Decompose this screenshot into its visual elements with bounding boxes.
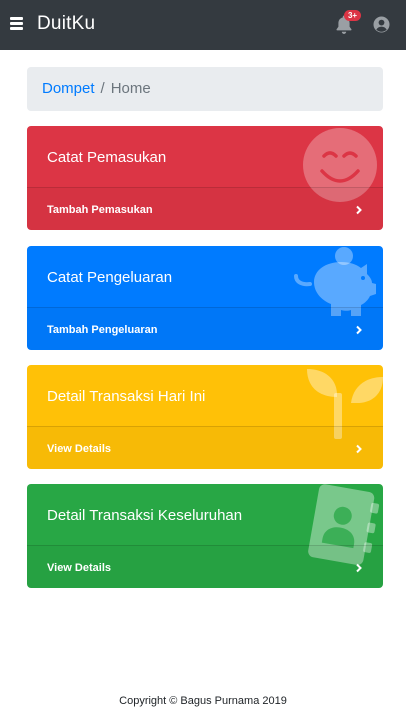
- chevron-right-icon: [356, 325, 362, 335]
- top-navbar: DuitKu 3+: [0, 0, 406, 50]
- card-footer-link[interactable]: View Details: [27, 545, 383, 588]
- chevron-right-icon: [356, 444, 362, 454]
- chevron-right-icon: [356, 563, 362, 573]
- chevron-right-icon: [356, 205, 362, 215]
- card-footer-label: Tambah Pengeluaran: [47, 324, 158, 336]
- card-footer-link[interactable]: Tambah Pengeluaran: [27, 307, 383, 350]
- card-catat-pemasukan: Catat Pemasukan Tambah Pemasukan: [27, 126, 383, 230]
- card-footer-link[interactable]: View Details: [27, 426, 383, 469]
- card-title: Detail Transaksi Hari Ini: [47, 388, 206, 405]
- menu-icon[interactable]: [10, 17, 23, 30]
- notification-badge: 3+: [344, 10, 361, 21]
- breadcrumb: Dompet / Home: [27, 67, 383, 111]
- card-footer-label: View Details: [47, 562, 111, 574]
- breadcrumb-current: Home: [110, 80, 151, 97]
- card-title: Catat Pemasukan: [47, 149, 167, 166]
- card-footer-label: View Details: [47, 443, 111, 455]
- card-catat-pengeluaran: Catat Pengeluaran Tambah Pengeluaran: [27, 246, 383, 350]
- card-footer-label: Tambah Pemasukan: [47, 204, 153, 216]
- breadcrumb-link-dompet[interactable]: Dompet: [42, 80, 95, 97]
- user-circle-icon[interactable]: [373, 16, 390, 33]
- breadcrumb-separator: /: [100, 80, 105, 97]
- card-detail-transaksi-keseluruhan: Detail Transaksi Keseluruhan View Detail…: [27, 484, 383, 588]
- brand-name[interactable]: DuitKu: [37, 12, 95, 36]
- card-detail-transaksi-hari-ini: Detail Transaksi Hari Ini View Details: [27, 365, 383, 469]
- card-title: Catat Pengeluaran: [47, 269, 173, 286]
- card-title: Detail Transaksi Keseluruhan: [47, 507, 243, 524]
- copyright-footer: Copyright © Bagus Purnama 2019: [119, 695, 287, 707]
- card-footer-link[interactable]: Tambah Pemasukan: [27, 187, 383, 230]
